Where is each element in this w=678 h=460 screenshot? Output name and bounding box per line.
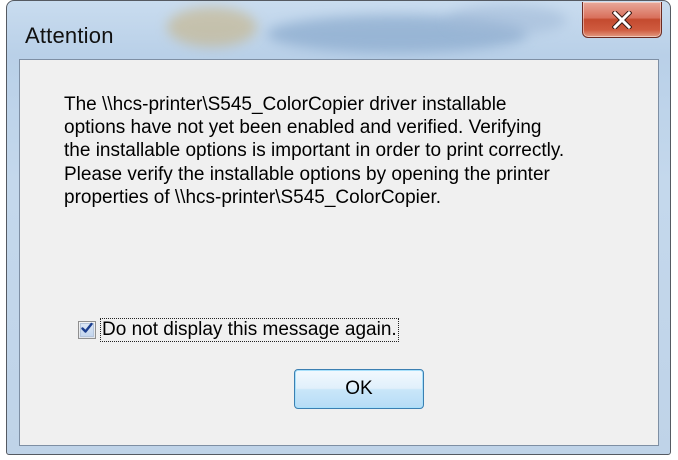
message-line: Please verify the installable options by… [64, 163, 550, 185]
ok-button[interactable]: OK [294, 369, 424, 409]
close-button[interactable] [582, 2, 662, 38]
window-title: Attention [25, 23, 114, 48]
message-line: options have not yet been enabled and ve… [64, 117, 542, 139]
message-line: properties of \\hcs-printer\S545_ColorCo… [64, 186, 442, 208]
aero-glass-blur [447, 5, 567, 35]
checkbox-fill [80, 321, 94, 339]
title-bar[interactable]: Attention [7, 1, 670, 59]
checkmark-icon [81, 321, 93, 339]
close-icon [612, 10, 632, 29]
dialog-body: The \\hcs-printer\S545_ColorCopier drive… [19, 59, 659, 446]
message-line: The \\hcs-printer\S545_ColorCopier drive… [64, 94, 507, 115]
dont-show-again-option[interactable]: Do not display this message again. [78, 318, 399, 342]
aero-glass-blur [167, 7, 257, 47]
message-line: the installable options is important in … [64, 140, 565, 162]
dont-show-again-checkbox[interactable] [78, 321, 96, 339]
message-text: The \\hcs-printer\S545_ColorCopier drive… [64, 93, 634, 209]
dont-show-again-label[interactable]: Do not display this message again. [100, 318, 399, 342]
dialog-window: Attention The \\hcs-printer\S545_ColorCo… [6, 0, 671, 455]
